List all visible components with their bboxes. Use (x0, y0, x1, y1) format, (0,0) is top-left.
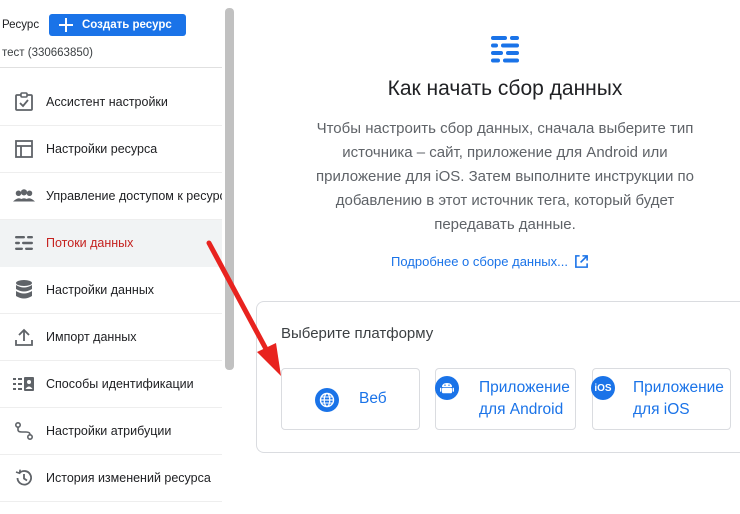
sidebar-item-label: Настройки данных (46, 283, 155, 297)
platform-web-button[interactable]: Веб (281, 368, 420, 430)
open-in-new-icon (575, 255, 588, 268)
attribution-icon (13, 420, 35, 442)
sidebar-item-data-streams[interactable]: Потоки данных (0, 220, 222, 267)
sidebar-item-label: Импорт данных (46, 330, 137, 344)
sidebar: Ресурс Создать ресурс тест (330663850) А… (0, 0, 222, 514)
upload-icon (13, 326, 35, 348)
sidebar-item-label: Настройки атрибуции (46, 424, 172, 438)
sidebar-item-attribution-settings[interactable]: Настройки атрибуции (0, 408, 222, 455)
sidebar-item-change-history[interactable]: История изменений ресурса (0, 455, 222, 502)
property-header: Ресурс Создать ресурс тест (330663850) (0, 0, 222, 68)
sidebar-item-data-settings[interactable]: Настройки данных (0, 267, 222, 314)
learn-more-link[interactable]: Подробнее о сборе данных... (391, 254, 589, 269)
platform-android-button[interactable]: Приложение для Android (435, 368, 576, 430)
learn-more-label: Подробнее о сборе данных... (391, 254, 568, 269)
platform-ios-label-line2: для iOS (633, 401, 690, 418)
sidebar-item-label: Настройки ресурса (46, 142, 158, 156)
identity-icon (13, 373, 35, 395)
data-streams-icon (491, 36, 519, 63)
platform-ios-label-line1: Приложение (633, 379, 724, 396)
plus-icon (59, 18, 73, 32)
sidebar-item-label: Ассистент настройки (46, 95, 168, 109)
platform-ios-button[interactable]: iOS Приложение для iOS (591, 368, 731, 430)
create-property-label: Создать ресурс (82, 19, 172, 31)
layout-icon (13, 138, 35, 160)
page-description: Чтобы настроить сбор данных, сначала выб… (316, 120, 694, 233)
main-content: Как начать сбор данных Чтобы настроить с… (238, 0, 740, 514)
platform-android-label-line2: для Android (479, 401, 564, 418)
sidebar-item-access-management[interactable]: Управление доступом к ресурсу (0, 173, 222, 220)
streams-icon (13, 232, 35, 254)
android-icon (435, 376, 459, 400)
database-icon (13, 279, 35, 301)
property-label: Ресурс (2, 19, 40, 31)
globe-icon (315, 388, 339, 412)
history-icon (13, 467, 35, 489)
sidebar-item-label: Управление доступом к ресурсу (46, 189, 222, 203)
sidebar-item-label: История изменений ресурса (46, 471, 211, 485)
sidebar-item-reporting-identity[interactable]: Способы идентификации (0, 361, 222, 408)
checklist-icon (13, 91, 35, 113)
sidebar-item-setup-assistant[interactable]: Ассистент настройки (0, 79, 222, 126)
sidebar-scrollbar[interactable] (225, 8, 234, 370)
sidebar-item-label: Способы идентификации (46, 377, 194, 391)
property-id[interactable]: тест (330663850) (2, 47, 93, 59)
ios-icon: iOS (591, 376, 615, 400)
sidebar-item-property-settings[interactable]: Настройки ресурса (0, 126, 222, 173)
platform-android-label-line1: Приложение (479, 379, 570, 396)
page-title: Как начать сбор данных (387, 77, 623, 100)
platform-web-label: Веб (359, 390, 387, 407)
people-icon (13, 185, 35, 207)
sidebar-item-data-import[interactable]: Импорт данных (0, 314, 222, 361)
sidebar-item-label: Потоки данных (46, 236, 134, 250)
platform-title: Выберите платформу (281, 325, 434, 342)
platform-panel: Выберите платформу Веб Приложение для An… (256, 301, 740, 453)
create-property-button[interactable]: Создать ресурс (49, 14, 186, 36)
